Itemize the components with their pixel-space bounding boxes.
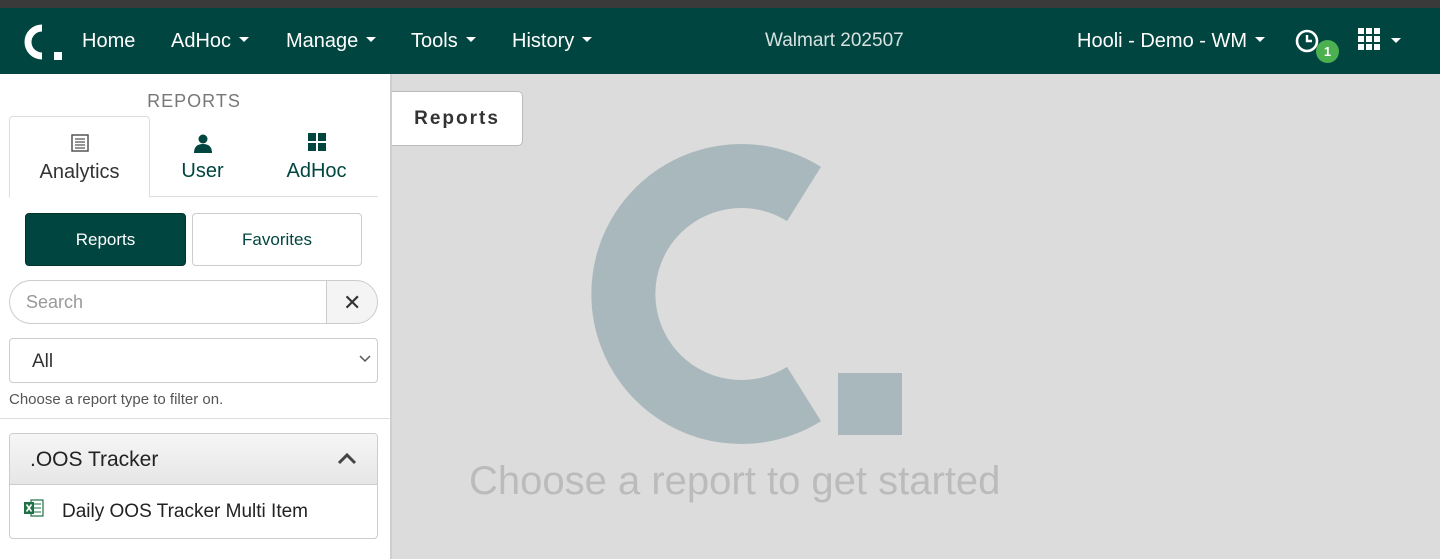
caret-down-icon	[1255, 37, 1266, 43]
sidebar-title: REPORTS	[147, 91, 241, 111]
nav-adhoc-label: AdHoc	[171, 30, 232, 52]
close-icon: ✕	[343, 290, 362, 315]
notification-badge: 1	[1316, 40, 1339, 63]
chevron-up-icon	[337, 452, 357, 465]
report-group-panel: .OOS Tracker Daily OOS Tracker Multi Ite…	[9, 433, 378, 539]
favorites-button[interactable]: Favorites	[192, 213, 362, 266]
top-navbar: Home AdHoc Manage Tools History Walmart …	[0, 8, 1440, 74]
report-item-label: Daily OOS Tracker Multi Item	[62, 501, 308, 522]
empty-state-message: Choose a report to get started	[469, 459, 1001, 503]
report-group-title: .OOS Tracker	[30, 448, 159, 471]
nav-adhoc-menu[interactable]: AdHoc	[171, 30, 250, 53]
tab-user-label: User	[181, 160, 224, 182]
search-group: ✕	[9, 280, 378, 324]
clear-search-button[interactable]: ✕	[326, 280, 378, 324]
filter-help-text: Choose a report type to filter on.	[9, 391, 224, 408]
report-group-header[interactable]: .OOS Tracker	[10, 434, 377, 485]
tab-analytics[interactable]: Analytics	[9, 116, 150, 198]
tab-adhoc[interactable]: AdHoc	[255, 116, 378, 197]
nav-tools-menu[interactable]: Tools	[411, 30, 476, 53]
caret-down-icon	[239, 37, 250, 43]
current-period-title: Walmart 202507	[765, 30, 904, 51]
nav-tools-label: Tools	[411, 30, 458, 52]
account-menu[interactable]: Hooli - Demo - WM	[1077, 30, 1266, 53]
search-input[interactable]	[9, 280, 327, 324]
nav-manage-label: Manage	[286, 30, 359, 52]
reports-button[interactable]: Reports	[25, 213, 186, 266]
nav-home[interactable]: Home	[82, 30, 135, 53]
caret-down-icon	[366, 37, 377, 43]
reports-sidebar: REPORTS Analytics User AdHoc Reports Fav…	[0, 74, 392, 559]
tab-user[interactable]: User	[150, 116, 255, 197]
nav-home-label: Home	[82, 30, 136, 52]
list-icon	[70, 134, 89, 152]
nav-history-label: History	[512, 30, 575, 52]
excel-icon	[24, 499, 44, 517]
main-content-area: Reports Choose a report to get started	[392, 74, 1440, 559]
nav-history-menu[interactable]: History	[512, 30, 593, 53]
chevron-down-icon	[359, 355, 371, 363]
browser-top-strip	[0, 0, 1440, 8]
tab-adhoc-label: AdHoc	[286, 160, 347, 182]
caret-down-icon	[465, 37, 476, 43]
grid-icon	[307, 133, 326, 151]
divider	[0, 418, 390, 419]
reports-panel-tab[interactable]: Reports	[392, 91, 523, 146]
caret-down-icon	[582, 37, 593, 43]
watermark-logo	[591, 144, 902, 444]
nav-manage-menu[interactable]: Manage	[286, 30, 377, 53]
report-type-select[interactable]: All	[9, 338, 378, 383]
account-label: Hooli - Demo - WM	[1077, 30, 1248, 52]
report-type-value: All	[32, 351, 54, 372]
report-list-item[interactable]: Daily OOS Tracker Multi Item	[10, 486, 377, 538]
grid-icon[interactable]	[1358, 28, 1403, 54]
brand-logo[interactable]	[14, 22, 66, 62]
report-category-tabs: Analytics User AdHoc	[9, 116, 378, 198]
user-icon	[193, 134, 212, 153]
tab-analytics-label: Analytics	[39, 161, 120, 183]
